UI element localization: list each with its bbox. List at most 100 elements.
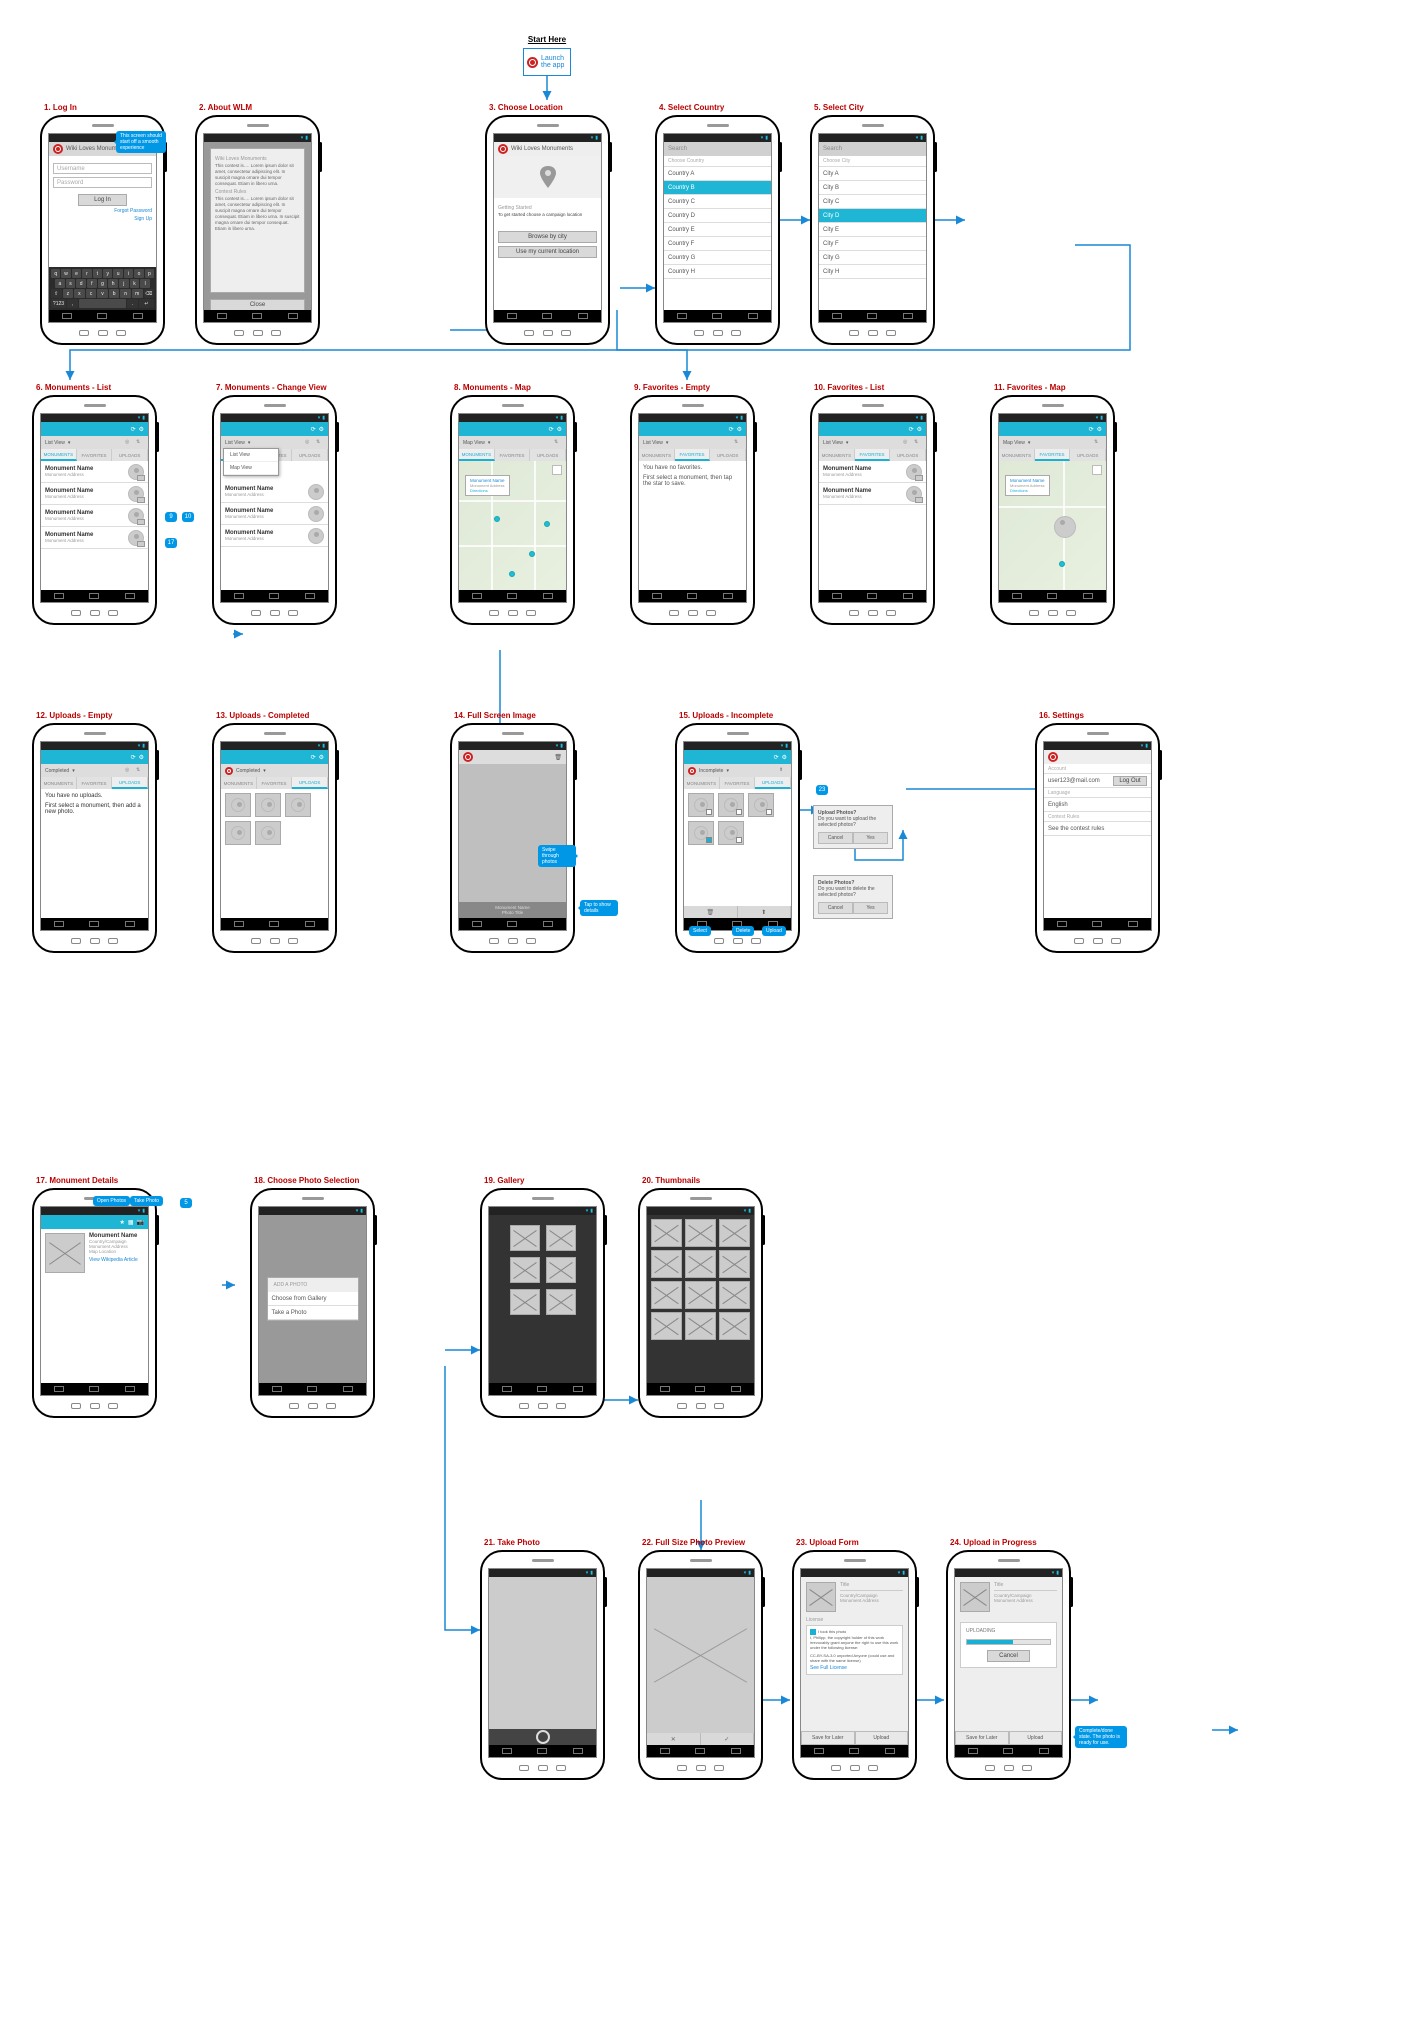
map-pin[interactable] (509, 571, 515, 577)
settings-icon[interactable]: ⚙ (319, 426, 324, 433)
password-field[interactable]: Password (53, 177, 152, 188)
tab-monuments[interactable]: MONUMENTS (41, 449, 77, 461)
choose-gallery-option[interactable]: Choose from Gallery (268, 1292, 358, 1306)
locate-icon[interactable]: ◎ (125, 439, 133, 447)
country-row[interactable]: Country G (664, 251, 771, 265)
gallery-thumb[interactable] (651, 1219, 682, 1247)
city-row[interactable]: City F (819, 237, 926, 251)
save-later-button[interactable]: Save for Later (801, 1731, 855, 1745)
tab-monuments[interactable]: MONUMENTS (41, 777, 77, 789)
map-pin[interactable] (529, 551, 535, 557)
signup-link[interactable]: Sign Up (134, 216, 152, 222)
tab-uploads[interactable]: UPLOADS (292, 449, 328, 461)
tab-favorites[interactable]: FAVORITES (77, 777, 113, 789)
dialog-yes[interactable]: Yes (853, 832, 888, 844)
gallery-thumb[interactable] (719, 1281, 750, 1309)
tab-favorites[interactable]: FAVORITES (495, 449, 531, 461)
gallery-thumb[interactable] (685, 1219, 716, 1247)
map-pin[interactable] (544, 521, 550, 527)
gallery-album[interactable] (510, 1257, 540, 1283)
tab-monuments[interactable]: MONUMENTS (459, 449, 495, 461)
upload-thumb[interactable] (285, 793, 311, 817)
settings-icon[interactable]: ⚙ (139, 426, 144, 433)
upload-thumb[interactable] (255, 821, 281, 845)
gallery-thumb[interactable] (719, 1250, 750, 1278)
tab-monuments[interactable]: MONUMENTS (819, 449, 855, 461)
trash-icon[interactable]: 🗑 (554, 754, 562, 761)
tab-favorites[interactable]: FAVORITES (1035, 449, 1071, 461)
city-row[interactable]: City C (819, 195, 926, 209)
upload-thumb[interactable] (688, 821, 714, 845)
search-input[interactable]: Search (819, 142, 926, 156)
search-input[interactable]: Search (664, 142, 771, 156)
country-row[interactable]: Country D (664, 209, 771, 223)
gallery-thumb[interactable] (719, 1312, 750, 1340)
forgot-password-link[interactable]: Forgot Password (114, 208, 152, 214)
country-row[interactable]: Country A (664, 167, 771, 181)
refresh-icon[interactable]: ⟳ (311, 426, 316, 433)
country-row[interactable]: Country F (664, 237, 771, 251)
close-button[interactable]: Close (210, 299, 305, 310)
browse-by-city-button[interactable]: Browse by city (498, 231, 597, 243)
tab-favorites[interactable]: FAVORITES (257, 777, 293, 789)
gallery-album[interactable] (546, 1257, 576, 1283)
soft-keyboard[interactable]: qwertyuiop asdfghjkl ⇧zxcvbnm⌫ ?123,.↵ (49, 267, 156, 310)
tab-uploads[interactable]: UPLOADS (112, 777, 148, 789)
wiki-link[interactable]: View Wikipedia Article (89, 1257, 144, 1263)
monument-row[interactable]: Monument NameMonument Address (41, 461, 148, 483)
settings-language-row[interactable]: English (1044, 798, 1151, 812)
upload-button[interactable]: Upload (855, 1731, 909, 1745)
preview-ok-button[interactable]: ✓ (701, 1733, 755, 1745)
sort-icon[interactable]: ⇅ (136, 439, 144, 447)
monument-row[interactable]: Monument NameMonument Address (41, 483, 148, 505)
country-row[interactable]: Country B (664, 181, 771, 195)
shutter-button[interactable] (536, 1730, 550, 1744)
full-image[interactable] (459, 764, 566, 902)
preview-cancel-button[interactable]: ✕ (647, 1733, 701, 1745)
tab-uploads[interactable]: UPLOADS (530, 449, 566, 461)
tab-monuments[interactable]: MONUMENTS (684, 777, 720, 789)
save-later-button[interactable]: Save for Later (955, 1731, 1009, 1745)
gallery-thumb[interactable] (719, 1219, 750, 1247)
tab-uploads[interactable]: UPLOADS (112, 449, 148, 461)
monument-row[interactable]: Monument NameMonument Address (221, 481, 328, 503)
gallery-thumb[interactable] (651, 1281, 682, 1309)
map-view[interactable]: Monument NameMonument AddressDirections (459, 461, 566, 590)
gallery-thumb[interactable] (685, 1281, 716, 1309)
monument-row[interactable]: Monument NameMonument Address (819, 461, 926, 483)
camera-icon[interactable] (137, 475, 145, 481)
upload-thumb[interactable] (225, 793, 251, 817)
gallery-album[interactable] (546, 1289, 576, 1315)
gallery-thumb[interactable] (651, 1250, 682, 1278)
upload-button[interactable]: ⬆ (738, 906, 792, 918)
view-dropdown[interactable]: Map View (1003, 440, 1025, 446)
view-option-map[interactable]: Map View (224, 462, 278, 475)
monument-row[interactable]: Monument NameMonument Address (41, 527, 148, 549)
tab-monuments[interactable]: MONUMENTS (221, 777, 257, 789)
status-dropdown[interactable]: Completed (236, 768, 260, 774)
monument-row[interactable]: Monument NameMonument Address (819, 483, 926, 505)
dialog-yes[interactable]: Yes (853, 902, 888, 914)
map-pin[interactable] (1059, 561, 1065, 567)
upload-thumb[interactable] (688, 793, 714, 817)
monument-row[interactable]: Monument NameMonument Address (221, 503, 328, 525)
upload-button[interactable]: Upload (1009, 1731, 1063, 1745)
gallery-album[interactable] (510, 1225, 540, 1251)
gallery-thumb[interactable] (685, 1250, 716, 1278)
upload-thumb[interactable] (225, 821, 251, 845)
login-button[interactable]: Log In (78, 194, 128, 206)
monument-row[interactable]: Monument NameMonument Address (221, 525, 328, 547)
camera-icon[interactable]: 📷 (137, 1219, 144, 1226)
cancel-upload-button[interactable]: Cancel (987, 1650, 1030, 1662)
tab-uploads[interactable]: UPLOADS (710, 449, 746, 461)
dialog-cancel[interactable]: Cancel (818, 902, 853, 914)
username-field[interactable]: Username (53, 163, 152, 174)
tab-favorites[interactable]: FAVORITES (77, 449, 113, 461)
tab-favorites[interactable]: FAVORITES (675, 449, 711, 461)
status-dropdown[interactable]: Completed (45, 768, 69, 774)
tab-uploads[interactable]: UPLOADS (1070, 449, 1106, 461)
camera-icon[interactable] (137, 541, 145, 547)
monument-row[interactable]: Monument NameMonument Address (41, 505, 148, 527)
city-row[interactable]: City D (819, 209, 926, 223)
gallery-album[interactable] (510, 1289, 540, 1315)
